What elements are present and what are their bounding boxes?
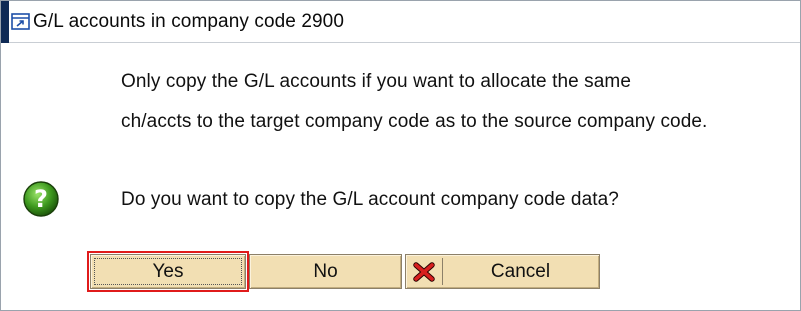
red-x-icon xyxy=(409,258,439,285)
popup-window-icon xyxy=(11,13,31,31)
yes-button[interactable]: Yes xyxy=(87,251,249,292)
cancel-button-label: Cancel xyxy=(490,260,551,282)
no-button-label: No xyxy=(313,260,338,282)
question-text: Do you want to copy the G/L account comp… xyxy=(121,189,619,210)
confirmation-dialog: G/L accounts in company code 2900 Only c… xyxy=(0,0,801,311)
svg-text:?: ? xyxy=(34,185,48,213)
cancel-button[interactable]: Cancel xyxy=(405,254,600,289)
title-bar-edge xyxy=(1,1,9,43)
message-line-1: Only copy the G/L accounts if you want t… xyxy=(121,71,632,92)
dialog-title: G/L accounts in company code 2900 xyxy=(33,11,345,32)
yes-button-label: Yes xyxy=(152,260,184,282)
title-bar: G/L accounts in company code 2900 xyxy=(1,1,800,43)
question-mark-icon: ? xyxy=(21,179,61,219)
message-line-2: ch/accts to the target company code as t… xyxy=(121,111,708,132)
no-button[interactable]: No xyxy=(249,254,402,289)
